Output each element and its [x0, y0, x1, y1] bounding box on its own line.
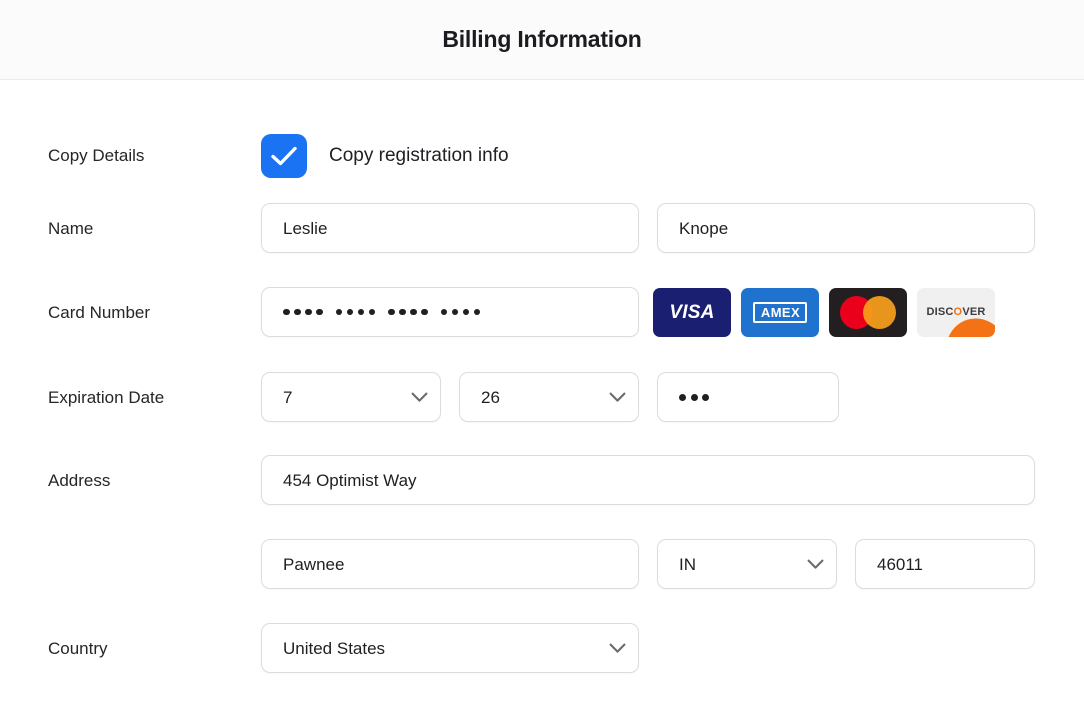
chevron-down-icon [609, 392, 626, 402]
cvv-masked-value [679, 393, 709, 401]
expiration-year-value: 26 [481, 387, 500, 407]
expiration-year-select[interactable]: 26 [459, 372, 639, 422]
city-input[interactable]: Pawnee [261, 539, 639, 589]
last-name-value: Knope [679, 218, 729, 238]
first-name-value: Leslie [283, 218, 328, 238]
chevron-down-icon [411, 392, 428, 402]
cvv-input[interactable] [657, 372, 839, 422]
visa-wordmark: VISA [669, 301, 715, 323]
zip-code-input[interactable]: 46011 [855, 539, 1035, 589]
copy-registration-checkbox-row[interactable]: Copy registration info [261, 134, 509, 178]
card-number-row: Card Number VISA AMEX DISCOVER [0, 287, 1084, 339]
country-value: United States [283, 638, 386, 658]
city-value: Pawnee [283, 554, 345, 574]
chevron-down-icon [807, 559, 824, 569]
copy-registration-checkbox-label: Copy registration info [329, 145, 509, 166]
country-label: Country [48, 639, 108, 658]
accepted-card-logos: VISA AMEX DISCOVER [653, 288, 995, 337]
name-label: Name [48, 219, 94, 238]
card-number-label: Card Number [48, 303, 151, 322]
expiration-month-value: 7 [283, 387, 293, 407]
page-title: Billing Information [442, 26, 642, 52]
copy-registration-checkbox[interactable] [261, 134, 307, 178]
street-address-value: 454 Optimist Way [283, 470, 417, 490]
last-name-input[interactable]: Knope [657, 203, 1035, 253]
first-name-input[interactable]: Leslie [261, 203, 639, 253]
city-state-zip-row: Pawnee IN 46011 [0, 539, 1084, 591]
name-row: Name Leslie Knope [0, 203, 1084, 255]
chevron-down-icon [609, 643, 626, 653]
amex-wordmark: AMEX [752, 302, 808, 323]
zip-code-value: 46011 [877, 554, 924, 574]
check-icon [271, 146, 297, 166]
card-number-masked-value [283, 308, 480, 316]
state-value: IN [679, 554, 696, 574]
discover-wordmark: DISCOVER [926, 306, 986, 318]
card-number-input[interactable] [261, 287, 639, 337]
visa-card-logo: VISA [653, 288, 731, 337]
expiration-date-row: Expiration Date 7 26 [0, 372, 1084, 424]
mastercard-circles-icon [840, 296, 896, 329]
country-row: Country United States [0, 623, 1084, 675]
state-select[interactable]: IN [657, 539, 837, 589]
page-header: Billing Information [0, 0, 1084, 80]
billing-information-page: Billing Information Copy Details Copy re… [0, 0, 1084, 728]
amex-card-logo: AMEX [741, 288, 819, 337]
street-address-input[interactable]: 454 Optimist Way [261, 455, 1035, 505]
address-row: Address 454 Optimist Way [0, 455, 1084, 507]
discover-card-logo: DISCOVER [917, 288, 995, 337]
country-select[interactable]: United States [261, 623, 639, 673]
copy-details-label: Copy Details [48, 146, 145, 165]
address-label: Address [48, 471, 111, 490]
mastercard-card-logo [829, 288, 907, 337]
copy-details-row: Copy Details Copy registration info [0, 132, 1084, 180]
expiration-month-select[interactable]: 7 [261, 372, 441, 422]
expiration-date-label: Expiration Date [48, 388, 165, 407]
